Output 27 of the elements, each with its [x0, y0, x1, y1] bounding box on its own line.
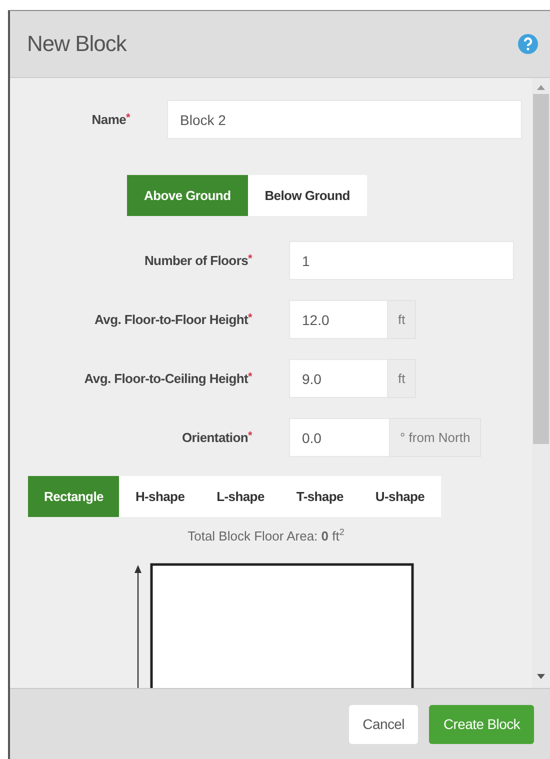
cancel-button[interactable]: Cancel: [348, 704, 418, 744]
field-label: Avg. Floor-to-Ceiling Height: [84, 371, 248, 386]
unit-label: ° from North: [390, 418, 482, 457]
segment-tab[interactable]: Above Ground: [127, 175, 248, 216]
required-mark: *: [248, 312, 252, 324]
required-mark: *: [126, 112, 130, 124]
required-mark: *: [248, 430, 252, 442]
scrollbar-thumb[interactable]: [533, 94, 549, 444]
field-label: Avg. Floor-to-Floor Height: [94, 312, 248, 327]
required-mark: *: [248, 253, 252, 265]
input-field[interactable]: 9.0: [289, 359, 388, 398]
input-field[interactable]: Block 2: [167, 100, 522, 139]
input-field[interactable]: 12.0: [289, 300, 388, 339]
input-field[interactable]: 0.0: [289, 418, 390, 457]
help-icon[interactable]: [518, 34, 538, 54]
scroll-up-icon[interactable]: [537, 84, 545, 90]
required-mark: *: [248, 371, 252, 383]
dialog-title: New Block: [27, 31, 126, 57]
floor-area-text: Total Block Floor Area: 0 ft$^{2}$: [186, 527, 346, 544]
scroll-down-icon[interactable]: [537, 674, 545, 680]
segment-tab[interactable]: Rectangle: [28, 476, 120, 517]
field-label: Name: [92, 112, 126, 127]
field-label: Orientation: [182, 430, 248, 445]
unit-label: ft: [388, 359, 416, 398]
field-label: Number of Floors: [144, 253, 248, 268]
unit-label: ft: [388, 300, 416, 339]
input-field[interactable]: 1: [289, 241, 514, 280]
